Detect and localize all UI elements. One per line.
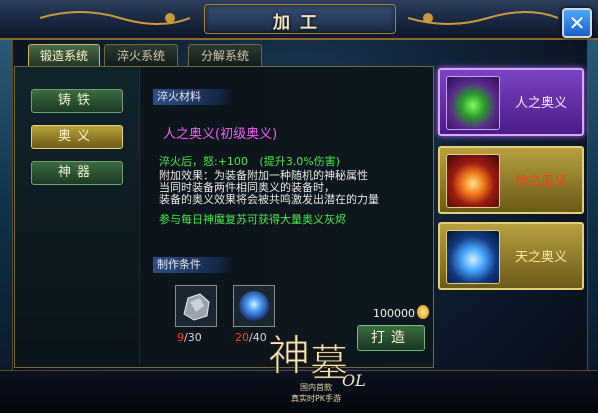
section-header-material: 淬火材料: [153, 89, 233, 105]
material-have: 20: [235, 331, 249, 344]
material-slot-ore[interactable]: [175, 285, 217, 327]
side-art-right: [587, 40, 598, 370]
close-icon: ✕: [568, 11, 586, 35]
tab-label: 锻造系统: [39, 49, 88, 63]
tab-forging[interactable]: 锻造系统: [28, 44, 100, 67]
logo-sub-line: 真实时PK手游: [290, 394, 342, 403]
material-count-ore: 9/30: [177, 331, 202, 344]
svg-text:神: 神: [268, 331, 310, 380]
tab-quenching[interactable]: 淬火系统: [104, 44, 178, 67]
aoyi-option-human[interactable]: 人之奥义: [438, 68, 584, 136]
tip-text: 参与每日神魔复苏可获得大量奥义灰烬: [159, 213, 346, 226]
material-need: /30: [184, 331, 202, 344]
tab-label: 淬火系统: [116, 49, 165, 63]
close-button[interactable]: ✕: [562, 8, 592, 38]
option-label: 地之奥义: [514, 174, 567, 189]
option-label: 天之奥义: [514, 250, 567, 265]
menu-item-artifact[interactable]: 神器: [31, 161, 123, 185]
game-window: 加工 ✕ 锻造系统 淬火系统 分解系统 铸铁 奥义 神器 淬火材料 人之奥义(初…: [0, 0, 598, 413]
logo-subtitle: 国内首款 真实时PK手游: [266, 382, 366, 404]
window-title: 加工: [273, 13, 327, 33]
menu-item-aoyi[interactable]: 奥义: [31, 125, 123, 149]
title-bar: 加工 ✕: [0, 0, 598, 40]
left-menu: 铸铁 奥义 神器: [15, 67, 140, 367]
earth-aoyi-icon: [446, 154, 500, 208]
side-art-left: [0, 40, 13, 370]
section-header-conditions: 制作条件: [153, 257, 233, 273]
aoyi-option-heaven[interactable]: 天之奥义: [438, 222, 584, 290]
price-amount: 100000: [373, 307, 415, 320]
forge-button[interactable]: 打造: [357, 325, 425, 351]
coin-icon: [417, 305, 429, 319]
menu-item-cast-iron[interactable]: 铸铁: [31, 89, 123, 113]
tab-decompose[interactable]: 分解系统: [188, 44, 262, 67]
option-label: 人之奥义: [514, 96, 567, 111]
ore-icon: [183, 293, 210, 321]
heaven-aoyi-icon: [446, 230, 500, 284]
ornament-left-icon: [40, 11, 190, 25]
item-name: 人之奥义(初级奥义): [163, 127, 278, 142]
ornament-right-icon: [408, 11, 558, 25]
human-aoyi-icon: [446, 76, 500, 130]
effect-line: 装备的奥义效果将会被共鸣激发出潜在的力量: [159, 193, 379, 206]
logo-sub-line: 国内首款: [300, 383, 332, 392]
title-plate: 加工: [204, 4, 396, 34]
aoyi-option-earth[interactable]: 地之奥义: [438, 146, 584, 214]
main-panel: 铸铁 奥义 神器 淬火材料 人之奥义(初级奥义) 淬火后，怒:+100 (提升3…: [14, 66, 434, 368]
material-have: 9: [177, 331, 184, 344]
tab-label: 分解系统: [200, 49, 249, 63]
